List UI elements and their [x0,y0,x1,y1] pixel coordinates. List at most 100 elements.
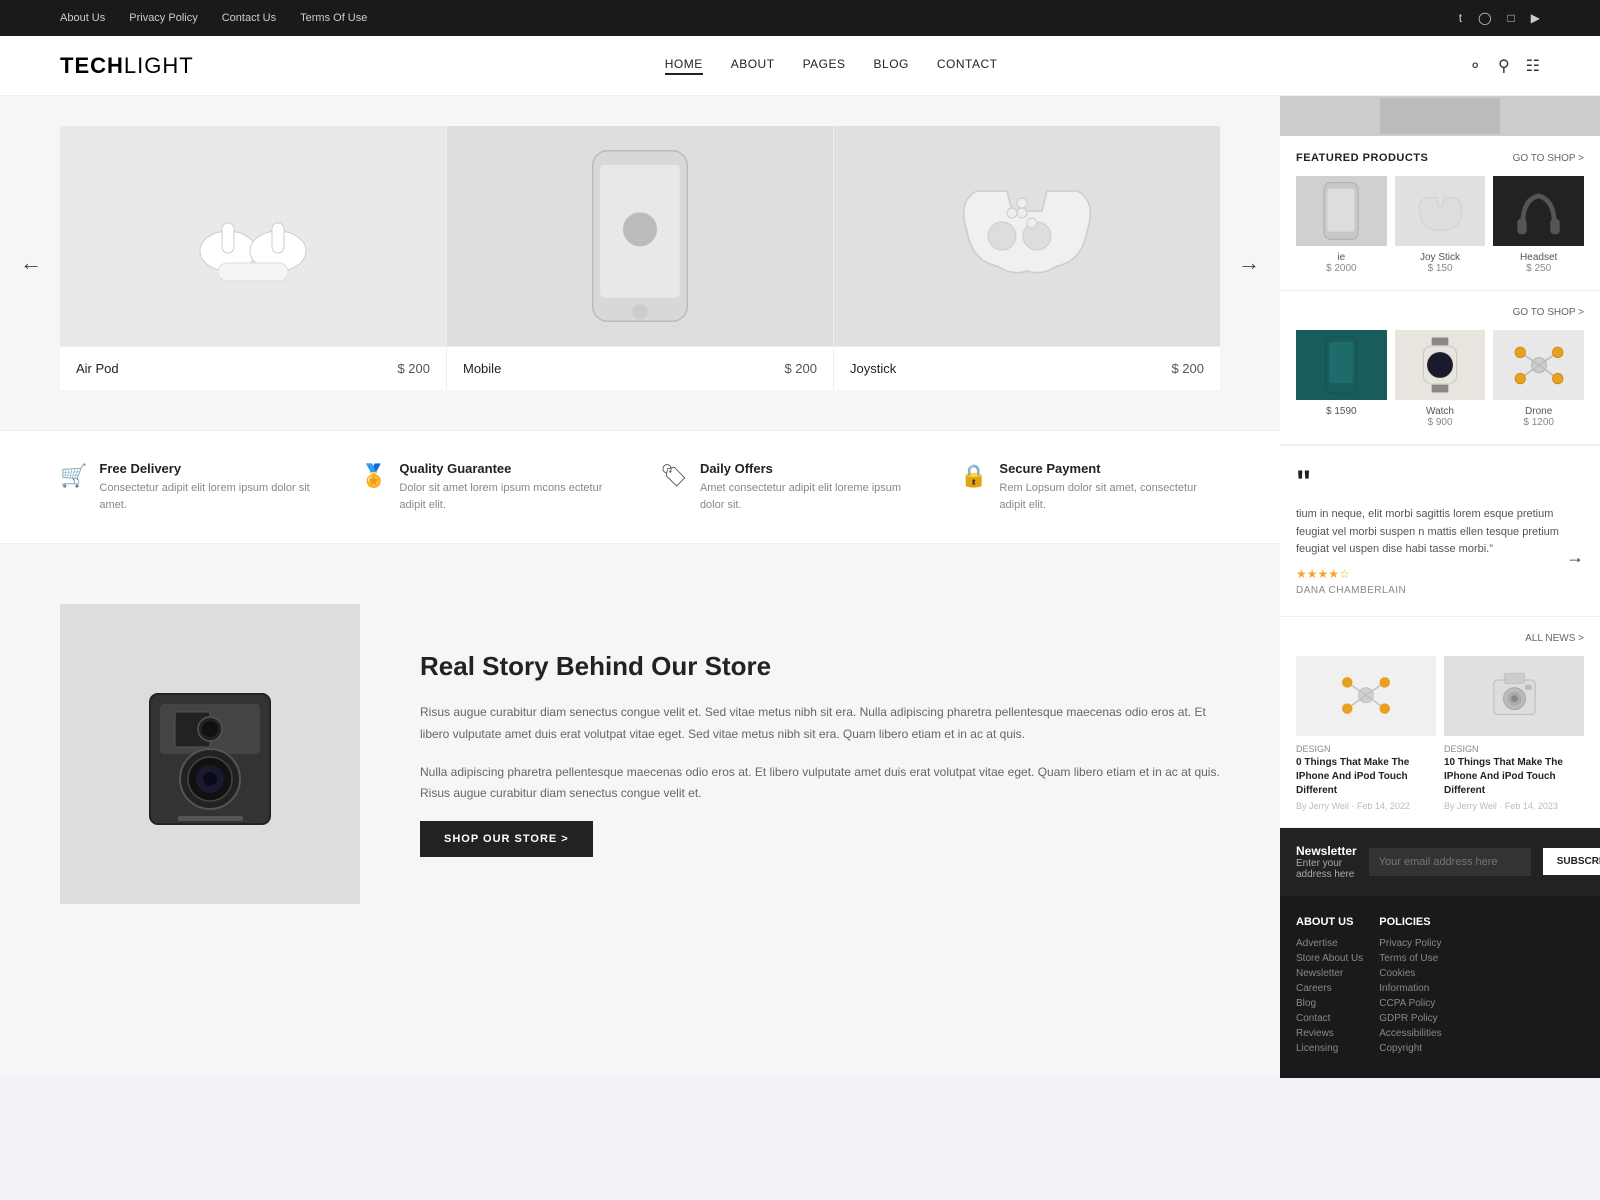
sidebar-product-5[interactable]: Drone $ 1200 [1493,330,1584,428]
sidebar-joy-svg [1413,189,1468,234]
about-para2: Nulla adipiscing pharetra pellentesque m… [420,762,1220,805]
featured-goto2[interactable]: GO TO SHOP > [1513,307,1584,318]
footer-link-newsletter[interactable]: Newsletter [1296,968,1363,979]
pinterest-icon[interactable]: ◯ [1478,11,1491,25]
main-nav: TECHLIGHT HOME ABOUT PAGES BLOG CONTACT … [0,36,1600,96]
sidebar-teal-svg [1321,335,1361,395]
newsletter-title: Newsletter [1296,844,1357,858]
product-img-joystick [834,126,1220,346]
news-card-1[interactable]: DESIGN 10 Things That Make The IPhone An… [1444,656,1584,811]
footer-link-copyright[interactable]: Copyright [1379,1043,1441,1054]
product-info-joystick: Joystick $ 200 [834,346,1220,390]
sidebar-phone-svg [1316,181,1366,241]
nav-about[interactable]: ABOUT [731,57,775,75]
product-price-airpod: $ 200 [397,361,430,376]
sidebar-top-image [1280,96,1600,136]
nav-pages[interactable]: PAGES [803,57,846,75]
sidebar-product-1[interactable]: Joy Stick $ 150 [1395,176,1486,274]
news-card-0[interactable]: DESIGN 0 Things That Make The IPhone And… [1296,656,1436,811]
news-camera-svg [1487,668,1542,723]
sidebar-product-2[interactable]: Headset $ 250 [1493,176,1584,274]
sidebar-product-img-phone [1296,176,1387,246]
user-icon[interactable]: ⚬ [1469,56,1482,76]
next-arrow[interactable]: → [1238,250,1260,276]
footer-link-reviews[interactable]: Reviews [1296,1028,1363,1039]
sidebar-product-price-1: $ 150 [1395,263,1486,274]
topbar-link-about[interactable]: About Us [60,12,105,24]
youtube-icon[interactable]: ▶ [1531,11,1540,25]
about-text: Real Story Behind Our Store Risus augue … [420,651,1220,856]
twitter-icon[interactable]: t [1459,11,1462,25]
about-para1: Risus augue curabitur diam senectus cong… [420,702,1220,745]
page-layout: ← Air Pod [0,96,1600,1078]
product-card-mobile[interactable]: Mobile $ 200 [446,126,833,390]
feature-payment-desc: Rem Lopsum dolor sit amet, consectetur a… [999,480,1220,513]
newsletter-text: Newsletter Enter your address here [1296,844,1357,880]
prev-arrow[interactable]: ← [20,250,42,276]
footer-link-cookies[interactable]: Cookies [1379,968,1441,979]
product-card-airpod[interactable]: Air Pod $ 200 [60,126,446,390]
featured-row1: ie $ 2000 Joy Stick $ 150 [1296,176,1584,274]
footer-link-ccpa[interactable]: CCPA Policy [1379,998,1441,1009]
product-info-mobile: Mobile $ 200 [447,346,833,390]
featured-goto[interactable]: GO TO SHOP > [1513,153,1584,164]
offers-icon: 🏷 [660,463,688,489]
footer-link-gdpr[interactable]: GDPR Policy [1379,1013,1441,1024]
sidebar-featured-section2: GO TO SHOP > $ 1590 [1280,291,1600,445]
footer-link-licensing[interactable]: Licensing [1296,1043,1363,1054]
newsletter-subscribe-button[interactable]: SUBSCRIBE [1543,848,1600,875]
testimonial-next[interactable]: → [1566,547,1584,568]
hero-section: ← Air Pod [0,96,1280,430]
featured-header: FEATURED PRODUCTS GO TO SHOP > [1296,152,1584,164]
news-cat-0: DESIGN [1296,744,1436,754]
product-price-joystick: $ 200 [1171,361,1204,376]
sidebar-watch-svg [1415,335,1465,395]
product-info-airpod: Air Pod $ 200 [60,346,446,390]
nav-home[interactable]: HOME [665,57,703,75]
footer-link-storeabout[interactable]: Store About Us [1296,953,1363,964]
sidebar-product-img-drone [1493,330,1584,400]
product-price-mobile: $ 200 [784,361,817,376]
sidebar-product-price-5: $ 1200 [1493,417,1584,428]
sidebar-product-3[interactable]: $ 1590 [1296,330,1387,428]
footer-link-privacy[interactable]: Privacy Policy [1379,938,1441,949]
features-bar: 🛒 Free Delivery Consectetur adipit elit … [0,430,1280,544]
footer-link-access[interactable]: Accessibilities [1379,1028,1441,1039]
nav-blog[interactable]: BLOG [874,57,909,75]
cart-icon[interactable]: ☷ [1526,56,1540,76]
newsletter-input[interactable] [1369,848,1531,876]
footer-link-info[interactable]: Information [1379,983,1441,994]
nav-contact[interactable]: CONTACT [937,57,998,75]
footer-link-contact[interactable]: Contact [1296,1013,1363,1024]
main-content: ← Air Pod [0,96,1280,1078]
feature-offers-desc: Amet consectetur adipit elit loreme ipsu… [700,480,920,513]
delivery-icon: 🛒 [60,463,87,489]
footer-about-title: ABOUT US [1296,916,1363,928]
footer-link-terms[interactable]: Terms of Use [1379,953,1441,964]
sidebar-product-price-2: $ 250 [1493,263,1584,274]
product-card-joystick[interactable]: Joystick $ 200 [833,126,1220,390]
footer-link-careers[interactable]: Careers [1296,983,1363,994]
shop-now-button[interactable]: SHOP OUR STORE > [420,821,593,857]
camera-svg [120,664,300,844]
top-bar: About Us Privacy Policy Contact Us Terms… [0,0,1600,36]
news-meta-1: By Jerry Weil · Feb 14, 2023 [1444,801,1584,811]
nav-links: HOME ABOUT PAGES BLOG CONTACT [665,57,998,75]
about-image [60,604,360,904]
sidebar-product-0[interactable]: ie $ 2000 [1296,176,1387,274]
topbar-link-privacy[interactable]: Privacy Policy [129,12,197,24]
footer-link-blog[interactable]: Blog [1296,998,1363,1009]
instagram-icon[interactable]: □ [1508,11,1515,25]
topbar-link-terms[interactable]: Terms Of Use [300,12,367,24]
footer-col-about: ABOUT US Advertise Store About Us Newsle… [1296,916,1363,1058]
all-news-link[interactable]: ALL NEWS > [1525,633,1584,644]
topbar-link-contact[interactable]: Contact Us [222,12,276,24]
site-logo[interactable]: TECHLIGHT [60,53,194,79]
nav-icons: ⚬ ⚲ ☷ [1469,56,1540,76]
sidebar-product-4[interactable]: Watch $ 900 [1395,330,1486,428]
sidebar-featured-section: FEATURED PRODUCTS GO TO SHOP > ie $ 2000 [1280,136,1600,291]
footer-link-advertise[interactable]: Advertise [1296,938,1363,949]
sidebar-product-name-5: Drone [1493,406,1584,417]
search-icon[interactable]: ⚲ [1498,56,1510,76]
feature-delivery-desc: Consectetur adipit elit lorem ipsum dolo… [99,480,320,513]
